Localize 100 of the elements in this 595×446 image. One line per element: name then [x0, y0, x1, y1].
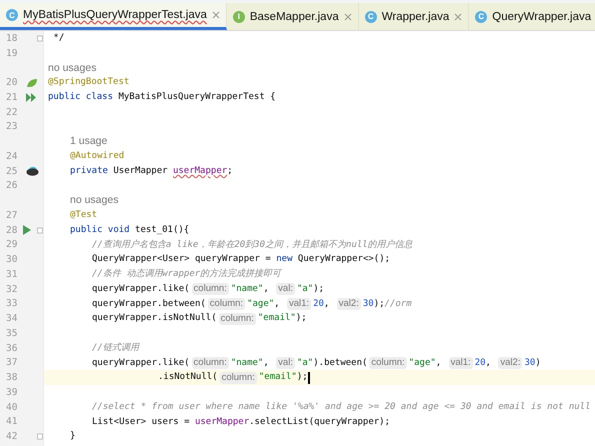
code-text: ,	[436, 356, 442, 370]
line-number: 19	[5, 48, 18, 59]
code-text: );	[374, 298, 385, 310]
code-text: .isNotNull(	[158, 371, 218, 384]
string-literal: "name"	[230, 282, 264, 296]
line-number: 31	[5, 268, 18, 280]
line-number: 26	[5, 180, 18, 192]
parameter-hint: column:	[369, 356, 407, 369]
string-literal: "email"	[258, 312, 296, 326]
line-number: 38	[5, 372, 18, 384]
line-number: 36	[5, 342, 18, 354]
parameter-hint: val2:	[336, 298, 361, 310]
parameter-hint: column:	[218, 312, 256, 325]
code-text: queryWrapper.between(	[92, 298, 206, 310]
keyword-text: new	[276, 253, 292, 266]
usage-hint[interactable]: no usages	[70, 193, 118, 208]
code-text: queryWrapper.like(	[92, 356, 190, 370]
line-number: 28	[5, 224, 18, 236]
parameter-hint: val1:	[287, 298, 312, 310]
line-number: 41	[5, 416, 18, 428]
code-text: test_01(){	[134, 224, 190, 237]
code-text: ;	[227, 164, 233, 178]
code-text: MyBatisPlusQueryWrapperTest {	[117, 91, 276, 104]
parameter-hint: val2:	[498, 356, 522, 369]
field-name: userMapper	[194, 416, 250, 428]
editor-tab[interactable]: I BaseMapper.java	[226, 3, 359, 30]
close-icon[interactable]	[454, 12, 462, 20]
annotation-text: @Autowired	[70, 150, 124, 163]
code-text: QueryWrapper<User> queryWrapper =	[92, 253, 272, 266]
close-icon[interactable]	[344, 12, 352, 20]
code-comment: //查询用户名包含a like，年龄在20到30之间，并且邮箱不为null的用户信息	[92, 238, 413, 252]
keyword-text: public class	[48, 91, 114, 104]
usage-hint[interactable]: 1 usage	[70, 134, 108, 149]
line-number: 24	[5, 150, 18, 162]
parameter-hint: val1:	[448, 356, 473, 369]
code-text: )	[535, 356, 541, 370]
line-number: 42	[5, 431, 18, 442]
code-text: );	[313, 282, 324, 296]
parameter-hint: column:	[208, 298, 246, 310]
fold-icon[interactable]	[37, 226, 43, 234]
code-text: ,	[324, 298, 330, 310]
string-literal: "email"	[258, 371, 297, 384]
editor-tab[interactable]: C MyBatisPlusQueryWrapperTest.java	[0, 3, 227, 30]
code-comment: //条件 动态调用wrapper的方法完成拼接即可	[92, 268, 282, 281]
code-text: UserMapper	[112, 164, 169, 178]
number-literal: 20	[313, 298, 324, 310]
code-text: queryWrapper.isNotNull(	[92, 312, 217, 326]
field-name: userMapper	[172, 164, 228, 178]
keyword-text: private	[70, 164, 108, 178]
code-text: List<User> users =	[92, 416, 191, 428]
line-number: 34	[5, 313, 18, 324]
line-number: 27	[5, 210, 18, 221]
line-number: 39	[5, 386, 18, 398]
parameter-hint: column:	[192, 356, 229, 369]
file-type-icon: I	[232, 10, 245, 22]
code-comment: //链式调用	[92, 342, 139, 355]
fold-icon[interactable]	[37, 34, 43, 42]
string-literal: "age"	[408, 356, 436, 370]
string-literal: "name"	[230, 356, 264, 370]
code-comment: //select * from user where name like '%a%' and age >= 20 and age <= 30 and email is not null	[92, 400, 590, 414]
line-number: 18	[5, 32, 18, 44]
leaf-icon[interactable]	[26, 78, 38, 88]
code-text: ,	[274, 298, 281, 310]
code-comment: //orm	[384, 298, 412, 310]
close-icon[interactable]	[212, 11, 220, 19]
line-number: 22	[5, 106, 18, 118]
code-text: queryWrapper.like(	[92, 282, 190, 296]
line-number: 35	[5, 328, 18, 339]
file-type-icon: C	[475, 10, 488, 22]
parameter-hint: val:	[276, 283, 295, 296]
code-text: ).between(	[313, 356, 368, 370]
number-literal: 20	[474, 356, 486, 370]
code-comment: */	[52, 32, 64, 45]
bean-icon[interactable]	[26, 166, 39, 176]
run-icon[interactable]	[23, 225, 32, 236]
line-number: 23	[5, 121, 18, 132]
parameter-hint: column:	[192, 283, 229, 296]
string-literal: "a"	[296, 282, 314, 296]
line-number: 25	[5, 166, 18, 177]
code-text: }	[70, 430, 76, 444]
code-text: ,	[263, 282, 270, 296]
number-literal: 30	[362, 298, 374, 310]
parameter-hint: column:	[220, 372, 257, 384]
annotation-text: @SpringBootTest	[48, 76, 130, 90]
fold-icon[interactable]	[37, 433, 43, 440]
file-type-icon: C	[6, 9, 18, 21]
code-text: );	[296, 371, 308, 384]
run-all-icon[interactable]	[26, 92, 37, 102]
code-text: ,	[486, 356, 492, 370]
string-literal: "age"	[247, 298, 274, 310]
editor-tab[interactable]: C QueryWrapper.java	[469, 3, 595, 30]
number-literal: 30	[524, 356, 536, 370]
line-number: 20	[5, 77, 18, 88]
code-text: QueryWrapper<>();	[296, 253, 390, 266]
string-literal: "a"	[296, 356, 314, 370]
keyword-text: public void	[70, 224, 130, 237]
editor-tab[interactable]: C Wrapper.java	[358, 3, 470, 30]
line-number: 37	[5, 357, 18, 368]
line-number: 33	[5, 298, 18, 310]
usage-hint[interactable]: no usages	[48, 60, 96, 76]
